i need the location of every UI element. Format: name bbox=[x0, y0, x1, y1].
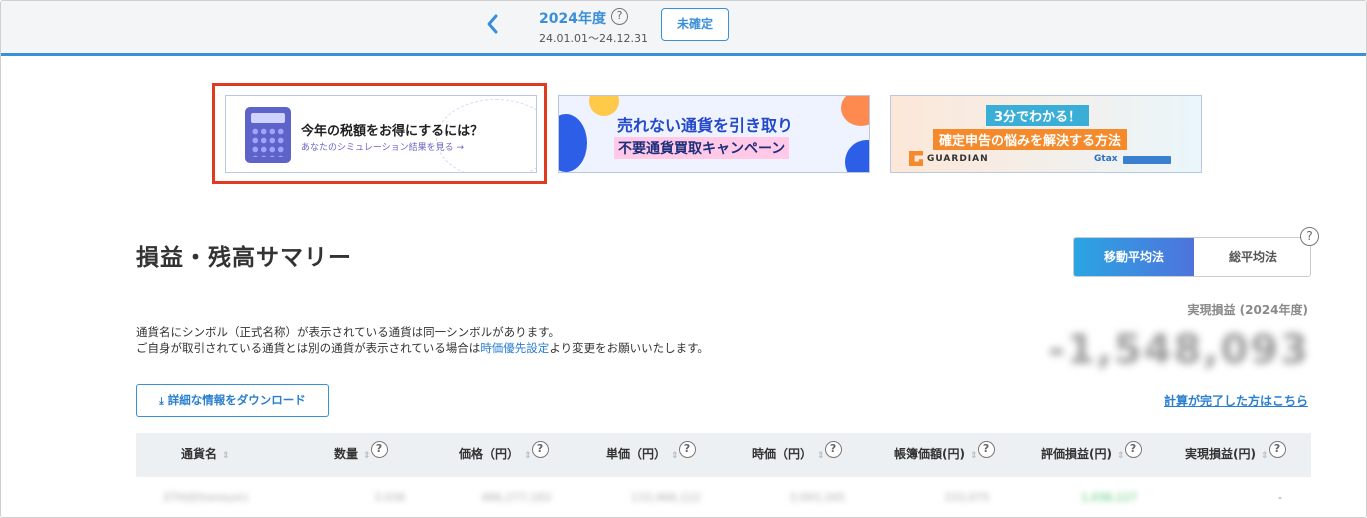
currency-buyback-banner[interactable]: 売れない通貨を引き取り 不要通貨買取キャンペーン bbox=[558, 95, 870, 173]
gtax-logo-text: Gtax bbox=[1094, 154, 1118, 164]
help-icon[interactable]: ? bbox=[1268, 441, 1286, 458]
help-icon[interactable]: ? bbox=[977, 441, 995, 458]
symbol-note: 通貨名にシンボル（正式名称）が表示されている通貨は同一シンボルがあります。 bbox=[136, 325, 561, 339]
column-header-market-value[interactable]: 時価（円） ⇕? bbox=[752, 433, 842, 477]
column-header-realized-pnl[interactable]: 実現損益(円) ⇕? bbox=[1185, 433, 1286, 477]
banner-subheadline: 確定申告の悩みを解決する方法 bbox=[933, 129, 1128, 150]
decorative-shape bbox=[845, 140, 869, 172]
sort-icon[interactable]: ⇕ bbox=[1261, 451, 1269, 461]
banner-subheadline: 不要通貨買取キャンペーン bbox=[614, 137, 790, 159]
page-title: 損益・残高サマリー bbox=[136, 245, 352, 271]
fiscal-period-range: 24.01.01〜24.12.31 bbox=[539, 32, 648, 45]
download-details-button[interactable]: ⤓ 詳細な情報をダウンロード bbox=[136, 384, 329, 417]
cell-quantity: 3.036 bbox=[374, 491, 406, 504]
help-icon[interactable]: ? bbox=[611, 8, 628, 25]
cell-price: 486,277,183 bbox=[481, 491, 551, 504]
price-priority-settings-link[interactable]: 時価優先設定 bbox=[480, 341, 549, 355]
total-average-tab[interactable]: 総平均法 bbox=[1194, 238, 1310, 276]
column-header-unrealized-pnl[interactable]: 評価損益(円) ⇕? bbox=[1041, 433, 1142, 477]
sort-icon[interactable]: ⇕ bbox=[817, 451, 825, 461]
unconfirmed-status-button[interactable]: 未確定 bbox=[661, 8, 729, 41]
sort-icon[interactable]: ⇕ bbox=[524, 451, 532, 461]
table-row[interactable]: ETH(Ethereum) 3.036 486,277,183 133,466,… bbox=[136, 481, 1311, 517]
cell-currency: ETH(Ethereum) bbox=[164, 491, 249, 504]
decorative-shape bbox=[589, 96, 619, 116]
help-icon[interactable]: ? bbox=[531, 441, 549, 458]
banner-headline: 3分でわかる！ bbox=[986, 105, 1090, 126]
calculator-icon bbox=[245, 107, 291, 163]
table-header: 通貨名 ⇕ 数量 ⇕? 価格（円） ⇕? 単価（円） ⇕? 時価（円） ⇕? 帳簿価額(円… bbox=[136, 433, 1311, 477]
cell-book-value: 333,075 bbox=[944, 491, 990, 504]
banner-subtitle: あなたのシミュレーション結果を見る → bbox=[301, 143, 465, 153]
realized-pnl-label: 実現損益 (2024年度) bbox=[1187, 303, 1308, 317]
help-icon[interactable]: ? bbox=[1300, 227, 1319, 246]
year-header-bar: 2024年度 ? 24.01.01〜24.12.31 未確定 bbox=[1, 1, 1366, 56]
help-icon[interactable]: ? bbox=[1124, 441, 1142, 458]
help-icon[interactable]: ? bbox=[678, 441, 696, 458]
calculation-complete-link[interactable]: 計算が完了した方はこちら bbox=[1164, 392, 1308, 409]
banner-title: 今年の税額をお得にするには？ bbox=[301, 124, 484, 139]
app-frame: 2024年度 ? 24.01.01〜24.12.31 未確定 今年の税額をお得に… bbox=[0, 0, 1367, 518]
gtax-logo-bar bbox=[1123, 156, 1171, 164]
chevron-left-icon bbox=[487, 14, 498, 34]
tax-simulation-banner[interactable]: 今年の税額をお得にするには？ あなたのシミュレーション結果を見る → bbox=[225, 95, 537, 173]
realized-pnl-value: -1,548,093 bbox=[1048, 327, 1310, 373]
column-header-quantity[interactable]: 数量 ⇕? bbox=[334, 433, 388, 477]
help-icon[interactable]: ? bbox=[370, 441, 388, 458]
guardian-logo-icon bbox=[909, 151, 923, 166]
sort-icon[interactable]: ⇕ bbox=[222, 451, 230, 461]
cell-market-value: 3,093,345 bbox=[789, 491, 845, 504]
help-icon[interactable]: ? bbox=[824, 441, 842, 458]
cost-method-toggle: 移動平均法 総平均法 bbox=[1073, 237, 1311, 277]
moving-average-tab[interactable]: 移動平均法 bbox=[1074, 238, 1194, 276]
price-priority-note: ご自身が取引されている通貨とは別の通貨が表示されている場合は時価優先設定より変更… bbox=[136, 341, 709, 355]
cell-unit-price: 133,466,122 bbox=[631, 491, 701, 504]
download-icon: ⤓ bbox=[159, 396, 164, 407]
guardian-logo-text: GUARDIAN bbox=[927, 154, 989, 164]
cell-realized-pnl: - bbox=[1278, 491, 1282, 504]
sort-icon[interactable]: ⇕ bbox=[970, 451, 978, 461]
decorative-shape bbox=[559, 114, 587, 172]
decorative-shape bbox=[841, 96, 869, 126]
sort-icon[interactable]: ⇕ bbox=[363, 451, 371, 461]
cell-unrealized-pnl: 1,036,127 bbox=[1081, 491, 1137, 504]
tax-return-guide-banner[interactable]: 3分でわかる！ 確定申告の悩みを解決する方法 GUARDIAN Gtax bbox=[890, 95, 1202, 173]
sort-icon[interactable]: ⇕ bbox=[671, 451, 679, 461]
banner-headline: 売れない通貨を引き取り bbox=[617, 116, 794, 135]
column-header-book-value[interactable]: 帳簿価額(円) ⇕? bbox=[894, 433, 995, 477]
column-header-currency[interactable]: 通貨名 ⇕ bbox=[181, 433, 230, 477]
previous-year-button[interactable] bbox=[483, 11, 503, 37]
column-header-unit-price[interactable]: 単価（円） ⇕? bbox=[606, 433, 696, 477]
fiscal-year-label: 2024年度 bbox=[539, 11, 606, 27]
sort-icon[interactable]: ⇕ bbox=[1117, 451, 1125, 461]
column-header-price[interactable]: 価格（円） ⇕? bbox=[459, 433, 549, 477]
